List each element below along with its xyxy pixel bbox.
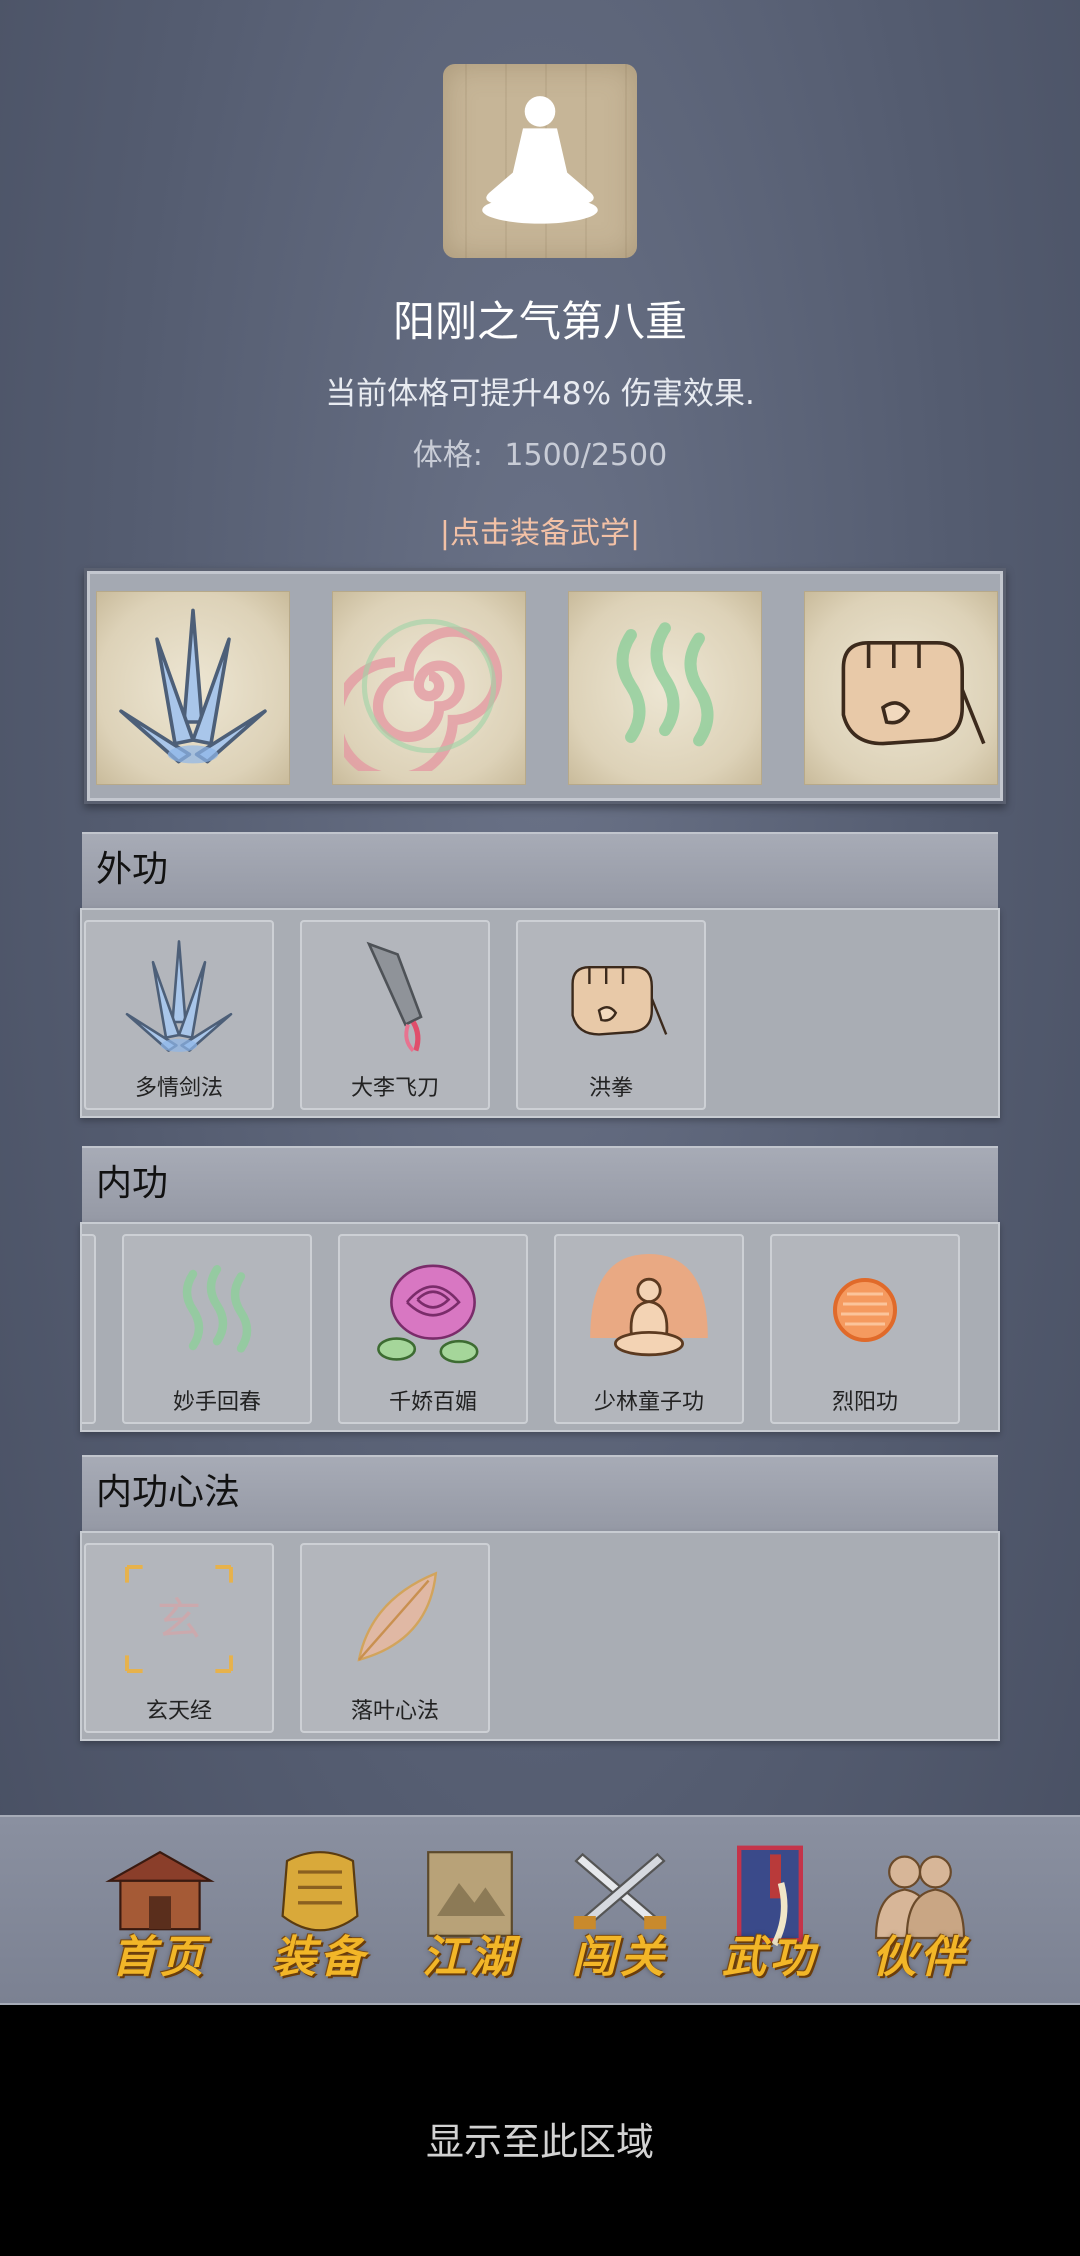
realm-title: 阳刚之气第八重	[392, 297, 687, 346]
skill-label: 妙手回春	[172, 1390, 261, 1415]
xuan-scroll-icon	[114, 1554, 244, 1688]
nav-label: 武功	[722, 1932, 818, 1983]
rose-icon	[368, 1245, 498, 1379]
nav-label: 伙伴	[872, 1932, 968, 1983]
skill-label: 洪拳	[588, 1076, 633, 1101]
constitution-stat: 体格: 1500/2500	[0, 430, 1080, 474]
equipped-skills-bar	[84, 568, 1006, 804]
skill-label: 玄天经	[145, 1699, 212, 1724]
fist-icon	[551, 936, 671, 1060]
section-header-internal: 内功	[82, 1146, 998, 1222]
equipped-slot-4[interactable]	[804, 591, 998, 785]
section-external-list[interactable]: 多情剑法 大李飞刀 洪拳	[80, 908, 1000, 1118]
equipped-slot-1[interactable]	[96, 591, 290, 785]
skill-card[interactable]: 多情剑法	[84, 920, 274, 1110]
fist-icon	[811, 596, 991, 780]
meditating-figure-icon	[455, 74, 625, 248]
nav-equipment[interactable]: 装备	[250, 1839, 390, 1989]
blue-blades-icon	[103, 596, 283, 780]
nav-challenge[interactable]: 闯关	[550, 1839, 690, 1989]
skill-card-partial[interactable]	[82, 1234, 96, 1424]
orange-sun-icon	[815, 1260, 915, 1364]
skill-card[interactable]: 大李飞刀	[300, 920, 490, 1110]
skill-label: 多情剑法	[134, 1076, 223, 1101]
nav-label: 装备	[272, 1932, 368, 1983]
meditating-monk-icon	[579, 1240, 719, 1384]
skill-card[interactable]: 烈阳功	[770, 1234, 960, 1424]
skill-label: 烈阳功	[831, 1390, 898, 1415]
skill-label: 大李飞刀	[350, 1076, 439, 1101]
equipped-slot-2[interactable]	[332, 591, 526, 785]
constitution-value: 1500/2500	[504, 438, 668, 473]
section-header-mind-method: 内功心法	[82, 1455, 998, 1531]
nav-label: 闯关	[572, 1932, 668, 1983]
section-internal-list[interactable]: 妙手回春 千娇百媚 少林童子功 烈阳功	[80, 1222, 1000, 1432]
nav-jianghu[interactable]: 江湖	[400, 1839, 540, 1989]
nav-home[interactable]: 首页	[90, 1839, 230, 1989]
skill-card[interactable]: 少林童子功	[554, 1234, 744, 1424]
meditation-avatar	[443, 64, 637, 258]
blue-blades-icon	[114, 931, 244, 1065]
skill-card[interactable]: 落叶心法	[300, 1543, 490, 1733]
nav-label: 江湖	[422, 1932, 518, 1983]
skill-card[interactable]: 妙手回春	[122, 1234, 312, 1424]
bottom-navigation: 首页 装备 江湖 闯关 武功 伙伴	[0, 1815, 1080, 2005]
skill-card[interactable]: 洪拳	[516, 920, 706, 1110]
equipped-slot-3[interactable]	[568, 591, 762, 785]
skill-card[interactable]: 玄天经	[84, 1543, 274, 1733]
skill-label: 少林童子功	[593, 1390, 704, 1415]
nav-martial-arts[interactable]: 武功	[700, 1839, 840, 1989]
realm-description: 当前体格可提升48% 伤害效果.	[325, 376, 755, 412]
falling-leaf-icon	[335, 1559, 455, 1683]
nav-label: 首页	[112, 1932, 208, 1983]
section-mind-method-list[interactable]: 玄天经 落叶心法	[80, 1531, 1000, 1741]
skill-card[interactable]: 千娇百媚	[338, 1234, 528, 1424]
green-qi-icon	[157, 1250, 277, 1374]
pink-spiral-icon	[344, 601, 514, 775]
flying-knife-icon	[330, 931, 460, 1065]
section-header-external: 外功	[82, 832, 998, 908]
martial-arts-screen: 阳刚之气第八重 当前体格可提升48% 伤害效果. 体格: 1500/2500 |…	[0, 0, 1080, 1815]
display-area-footer: 显示至此区域	[0, 2005, 1080, 2256]
display-area-text: 显示至此区域	[425, 2120, 654, 2164]
constitution-label: 体格:	[412, 438, 483, 473]
nav-companions[interactable]: 伙伴	[850, 1839, 990, 1989]
green-qi-icon	[580, 601, 750, 775]
skill-label: 千娇百媚	[388, 1390, 477, 1415]
equip-martial-arts-link[interactable]: |点击装备武学|	[0, 508, 1080, 552]
skill-label: 落叶心法	[350, 1699, 439, 1724]
